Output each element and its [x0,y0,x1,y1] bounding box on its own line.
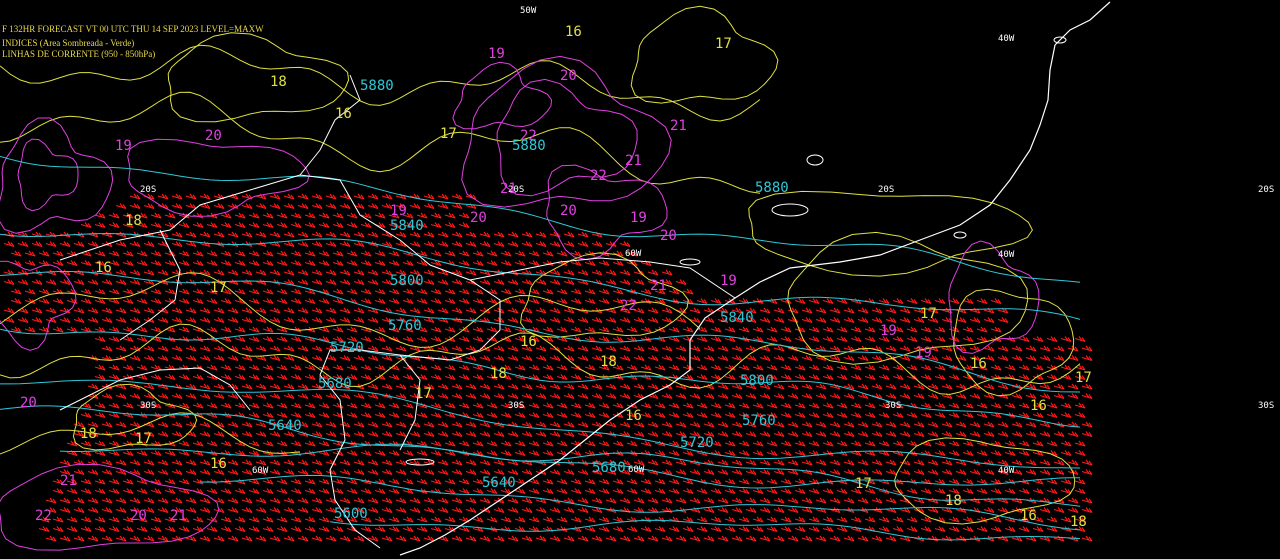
latitude-label: 30S [1258,401,1274,411]
height-contour-label: 5720 [330,340,364,356]
magenta-index-label: 22 [590,168,607,184]
magenta-index-label: 20 [470,210,487,226]
magenta-index-label: 19 [720,273,737,289]
magenta-index-label: 21 [500,181,517,197]
height-contour-label: 5680 [318,376,352,392]
latitude-label: 20S [140,185,156,195]
yellow-index-label: 17 [855,476,872,492]
height-contour-label: 5640 [482,475,516,491]
header-streamline-line: LINHAS DE CORRENTE (950 - 850hPa) [2,49,156,59]
magenta-index-label: 21 [170,508,187,524]
latitude-label: 30S [508,401,524,411]
map-background [0,0,1280,559]
yellow-index-label: 16 [625,408,642,424]
yellow-index-label: 18 [1070,514,1087,530]
magenta-index-label: 19 [390,203,407,219]
magenta-index-label: 22 [520,128,537,144]
height-contour-label: 5760 [388,318,422,334]
yellow-index-label: 18 [125,213,142,229]
magenta-index-label: 19 [915,345,932,361]
yellow-index-label: 18 [270,74,287,90]
height-contour-label: 5600 [334,506,368,522]
yellow-index-label: 18 [600,354,617,370]
yellow-index-label: 17 [1075,370,1092,386]
yellow-index-label: 17 [440,126,457,142]
yellow-index-label: 16 [1030,398,1047,414]
magenta-index-label: 20 [560,68,577,84]
magenta-index-label: 21 [60,473,77,489]
yellow-index-label: 16 [335,106,352,122]
latitude-label: 30S [885,401,901,411]
header-forecast-line: F 132HR FORECAST VT 00 UTC THU 14 SEP 20… [2,24,264,34]
height-contour-label: 5680 [592,460,626,476]
longitude-label: 60W [252,466,269,476]
magenta-index-label: 20 [660,228,677,244]
height-contour-label: 5880 [755,180,789,196]
magenta-index-label: 20 [130,508,147,524]
longitude-label: 40W [998,34,1015,44]
magenta-index-label: 22 [620,298,637,314]
magenta-index-label: 19 [115,138,132,154]
height-contour-label: 5800 [740,373,774,389]
magenta-index-label: 19 [630,210,647,226]
longitude-label: 40W [998,466,1015,476]
height-contour-label: 5840 [390,218,424,234]
magenta-index-label: 19 [488,46,505,62]
longitude-label: 40W [998,250,1015,260]
yellow-index-label: 17 [715,36,732,52]
magenta-index-label: 21 [650,278,667,294]
magenta-index-label: 20 [560,203,577,219]
yellow-index-label: 16 [520,334,537,350]
yellow-index-label: 17 [920,306,937,322]
magenta-index-label: 20 [20,395,37,411]
latitude-label: 20S [1258,185,1274,195]
yellow-index-label: 18 [80,426,97,442]
longitude-label: 60W [625,249,642,259]
longitude-label: 60W [628,465,645,475]
yellow-index-label: 16 [1020,508,1037,524]
yellow-index-label: 16 [95,260,112,276]
yellow-index-label: 16 [565,24,582,40]
yellow-index-label: 17 [210,280,227,296]
longitude-label: 50W [520,6,537,16]
magenta-index-label: 19 [880,323,897,339]
header-indices-line: INDICES (Area Sombreada - Verde) [2,38,135,48]
magenta-index-label: 21 [625,153,642,169]
latitude-label: 20S [878,185,894,195]
weather-map: 20S 20S 20S20S30S 30S 30S30S60W40W60W 40W60W 4… [0,0,1280,559]
yellow-index-label: 16 [970,356,987,372]
height-contour-label: 5800 [390,273,424,289]
magenta-index-label: 20 [205,128,222,144]
yellow-index-label: 17 [415,386,432,402]
height-contour-label: 5880 [360,78,394,94]
yellow-index-label: 18 [945,493,962,509]
latitude-label: 30S [140,401,156,411]
yellow-index-label: 16 [210,456,227,472]
magenta-index-label: 21 [670,118,687,134]
yellow-index-label: 17 [135,431,152,447]
height-contour-label: 5640 [268,418,302,434]
yellow-index-label: 18 [490,366,507,382]
height-contour-label: 5840 [720,310,754,326]
height-contour-label: 5720 [680,435,714,451]
magenta-index-label: 22 [35,508,52,524]
height-contour-label: 5760 [742,413,776,429]
